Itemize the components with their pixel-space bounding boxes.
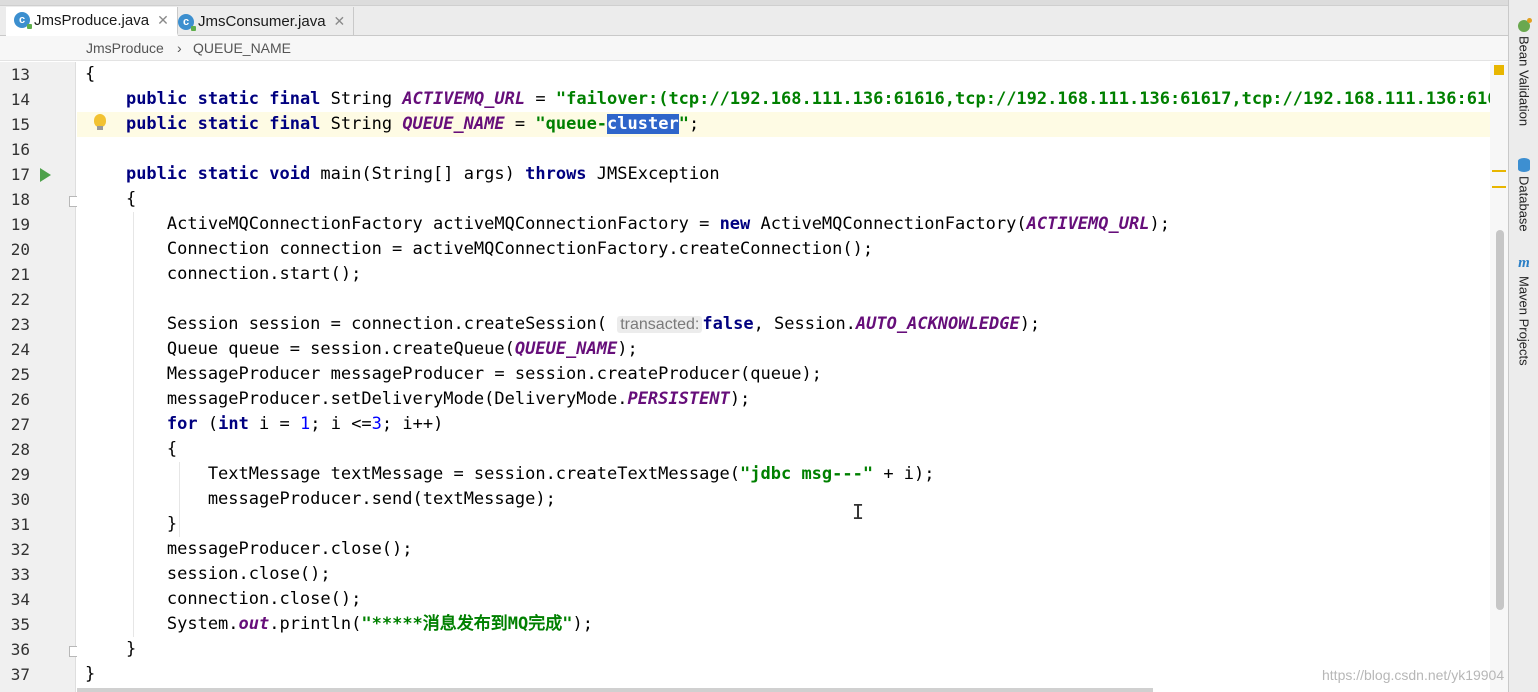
line-number: 24: [10, 340, 30, 359]
code-line-14: public static final String ACTIVEMQ_URL …: [125, 89, 1508, 109]
watermark: https://blog.csdn.net/yk19904: [1322, 667, 1505, 683]
line-number: 32: [10, 540, 30, 559]
tab-jmsconsumer[interactable]: c JmsConsumer.java ✕: [170, 7, 355, 36]
horizontal-scrollbar[interactable]: [77, 688, 1153, 692]
code-line-30: messageProducer.send(textMessage);: [85, 489, 556, 509]
vertical-scrollbar[interactable]: [1496, 230, 1504, 610]
line-number: 16: [10, 140, 30, 159]
line-number: 19: [10, 215, 30, 234]
code-line-32: messageProducer.close();: [85, 539, 413, 559]
breadcrumb: JmsProduce › QUEUE_NAME: [0, 36, 1508, 61]
maven-icon: m: [1518, 255, 1530, 271]
top-strip: [0, 0, 1508, 6]
line-number: 14: [10, 90, 30, 109]
lightbulb-icon[interactable]: [94, 114, 106, 130]
breadcrumb-class[interactable]: JmsProduce: [86, 40, 164, 56]
tool-label: Bean Validation: [1516, 36, 1532, 127]
line-number: 34: [10, 590, 30, 609]
text-cursor-icon: I: [852, 500, 865, 524]
warning-marker-icon[interactable]: [1494, 65, 1504, 75]
code-line-31: }: [85, 514, 178, 534]
close-icon[interactable]: ✕: [334, 13, 346, 30]
line-number: 17: [10, 165, 30, 184]
bean-validation-button[interactable]: Bean Validation: [1509, 18, 1538, 127]
maven-projects-button[interactable]: m Maven Projects: [1509, 255, 1538, 366]
code-line-35: System.out.println("*****消息发布到MQ完成");: [85, 614, 593, 634]
breadcrumb-separator: ›: [177, 40, 182, 56]
code-line-21: connection.start();: [85, 264, 362, 284]
line-number-gutter[interactable]: 13 14 15 16 17 18 19 20 21 22 23 24 25 2…: [0, 62, 80, 692]
line-number: 30: [10, 490, 30, 509]
code-line-36: }: [85, 639, 137, 659]
code-line-13: {: [85, 64, 96, 84]
line-number: 28: [10, 440, 30, 459]
line-number: 29: [10, 465, 30, 484]
tab-label: JmsConsumer.java: [198, 13, 326, 30]
code-line-29: TextMessage textMessage = session.create…: [85, 464, 935, 484]
code-line-37: }: [85, 664, 96, 684]
database-icon: [1518, 158, 1530, 172]
code-line-19: ActiveMQConnectionFactory activeMQConnec…: [85, 214, 1170, 234]
line-number: 22: [10, 290, 30, 309]
database-button[interactable]: Database: [1509, 158, 1538, 232]
java-class-icon: c: [14, 12, 32, 29]
line-number: 27: [10, 415, 30, 434]
line-number: 25: [10, 365, 30, 384]
tab-jmsproduce[interactable]: c JmsProduce.java ✕: [6, 7, 178, 36]
bean-icon: [1518, 18, 1532, 32]
tool-label: Maven Projects: [1516, 276, 1532, 366]
close-icon[interactable]: ✕: [157, 12, 169, 29]
code-line-27: for (int i = 1; i <=3; i++): [166, 414, 444, 434]
code-line-26: messageProducer.setDeliveryMode(Delivery…: [85, 389, 751, 409]
tab-label: JmsProduce.java: [34, 11, 150, 29]
line-number: 33: [10, 565, 30, 584]
code-line-34: connection.close();: [85, 589, 362, 609]
line-number: 31: [10, 515, 30, 534]
tool-label: Database: [1516, 176, 1532, 232]
selected-text: cluster: [607, 114, 679, 134]
line-number: 36: [10, 640, 30, 659]
java-class-icon: c: [178, 13, 196, 31]
code-line-33: session.close();: [85, 564, 331, 584]
line-number: 15: [10, 115, 30, 134]
code-line-15: public static final String QUEUE_NAME = …: [77, 112, 1508, 137]
line-number: 18: [10, 190, 30, 209]
run-icon[interactable]: [40, 168, 51, 182]
code-line-18: {: [85, 189, 137, 209]
tool-window-strip: Bean Validation Database m Maven Project…: [1508, 0, 1538, 692]
code-line-20: Connection connection = activeMQConnecti…: [85, 239, 874, 259]
code-line-17: public static void main(String[] args) t…: [125, 164, 720, 184]
code-line-28: {: [85, 439, 178, 459]
editor-tab-bar: c JmsProduce.java ✕ c JmsConsumer.java ✕: [0, 0, 1508, 36]
line-number: 13: [10, 65, 30, 84]
code-line-24: Queue queue = session.createQueue(QUEUE_…: [85, 339, 638, 359]
line-number: 21: [10, 265, 30, 284]
stripe-mark[interactable]: [1492, 170, 1506, 172]
line-number: 26: [10, 390, 30, 409]
breadcrumb-field[interactable]: QUEUE_NAME: [193, 40, 291, 56]
stripe-mark[interactable]: [1492, 186, 1506, 188]
line-number: 35: [10, 615, 30, 634]
code-line-23: Session session = connection.createSessi…: [85, 314, 1041, 334]
line-number: 23: [10, 315, 30, 334]
line-number: 20: [10, 240, 30, 259]
code-line-25: MessageProducer messageProducer = sessio…: [85, 364, 822, 384]
parameter-hint: transacted:: [617, 316, 703, 333]
code-editor[interactable]: { public static final String ACTIVEMQ_UR…: [77, 62, 1508, 692]
line-number: 37: [10, 665, 30, 684]
